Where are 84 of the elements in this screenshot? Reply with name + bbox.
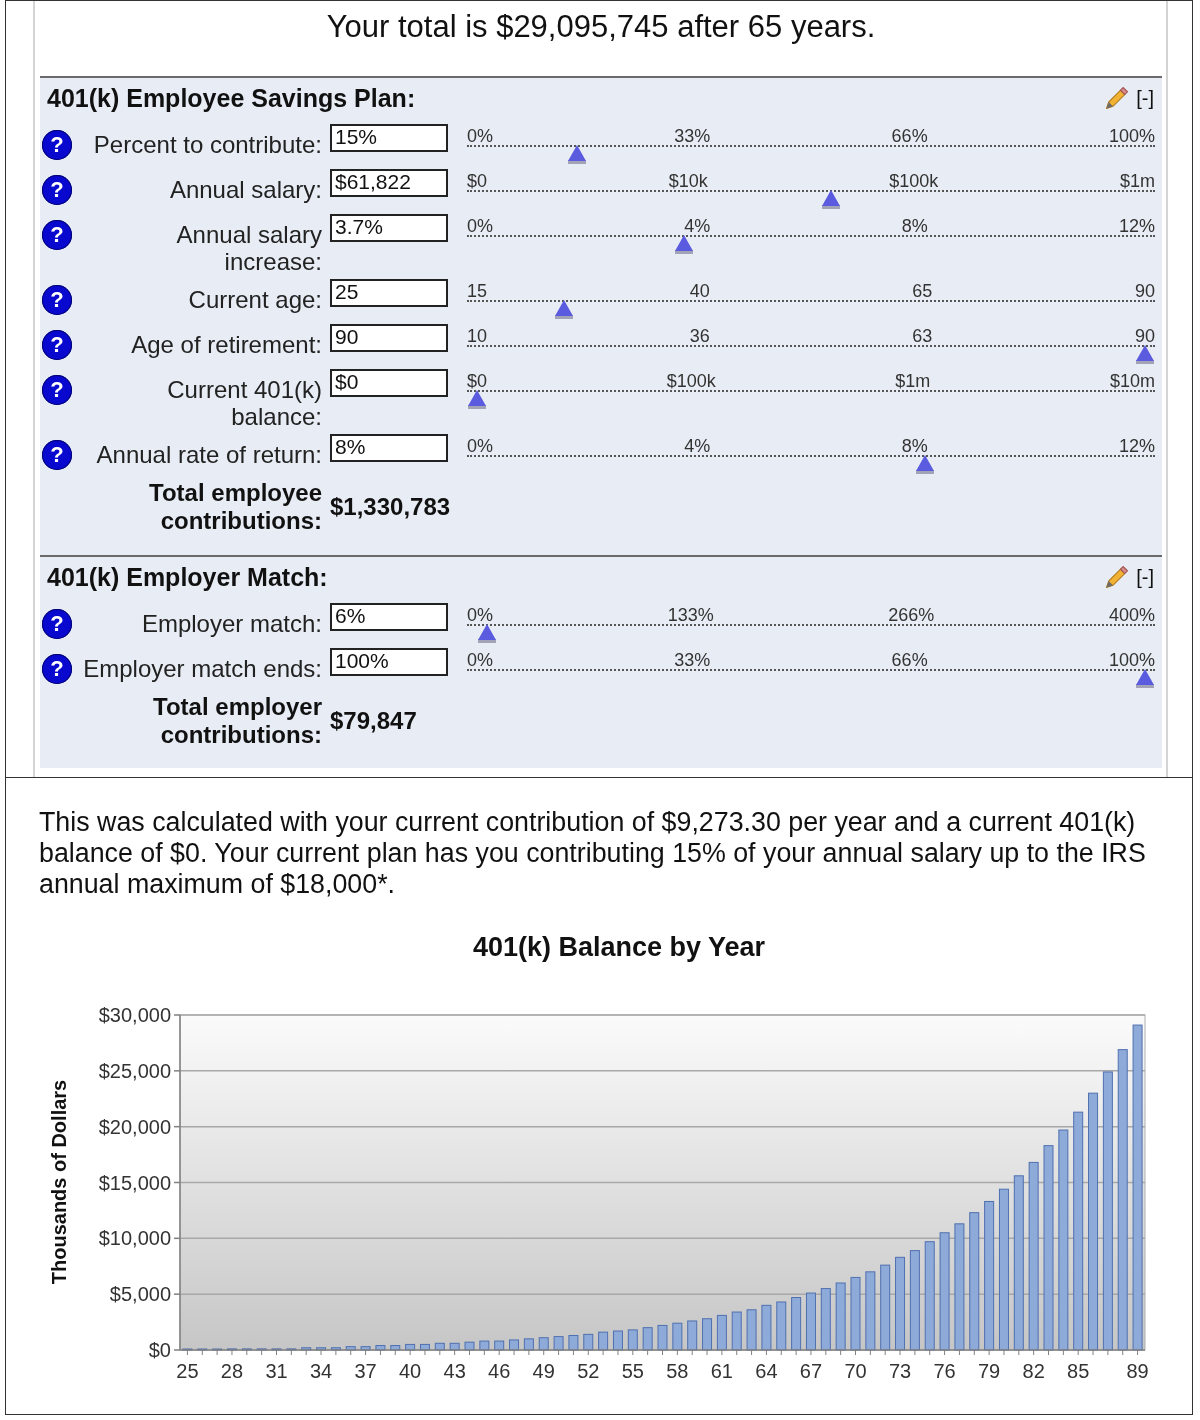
x-tick-label: 89: [1126, 1360, 1149, 1382]
slider-tick-label: 90: [1134, 282, 1155, 300]
slider-tick-label: 4%: [684, 217, 711, 235]
slider-tick-label: 36: [689, 327, 710, 345]
total-value: $79,847: [330, 707, 417, 735]
explanation-text: This was calculated with your current contribution of $9,273.30 per year and a current 401(k) balance of $0. Your current plan has you contributing 15% of your annual salary up to the IRS annual maximum of $18,000*.: [39, 807, 1147, 900]
chart-title: 401(k) Balance by Year: [471, 931, 767, 963]
y-tick-label: $30,000: [98, 1004, 171, 1026]
slider-tick-label: 4%: [684, 437, 711, 455]
x-tick-label: 49: [532, 1360, 555, 1382]
y-tick-label: $5,000: [109, 1283, 171, 1306]
slider-tick-label: 12%: [1118, 437, 1155, 455]
x-tick-label: 37: [354, 1360, 377, 1382]
field-label: Annual salary:: [168, 175, 322, 203]
field-label: Employer match:: [140, 609, 322, 637]
x-tick-label: 31: [265, 1360, 288, 1382]
x-tick-label: 82: [1022, 1360, 1045, 1382]
y-tick-label: $15,000: [98, 1171, 171, 1194]
x-tick-label: 58: [666, 1360, 689, 1382]
x-tick-label: 34: [309, 1360, 333, 1382]
x-tick-label: 43: [443, 1360, 466, 1382]
slider-tick-label: $10k: [668, 172, 708, 190]
slider-tick-label: 40: [689, 282, 710, 300]
x-tick-label: 67: [799, 1360, 823, 1382]
x-tick-label: 64: [755, 1360, 778, 1382]
slider-tick-label: $0: [467, 372, 488, 390]
section-title: 401(k) Employee Savings Plan:: [47, 83, 416, 113]
slider-tick-label: 400%: [1108, 606, 1155, 624]
slider-tick-label: 100%: [1108, 651, 1155, 669]
y-tick-label: $0: [148, 1339, 171, 1361]
y-tick-label: $20,000: [98, 1115, 171, 1138]
slider-tick-label: $10m: [1109, 372, 1155, 390]
slider-tick-label: 0%: [467, 217, 493, 235]
slider-tick-label: 133%: [667, 606, 714, 624]
slider-tick-label: 10: [467, 327, 488, 345]
x-tick-label: 79: [978, 1360, 1001, 1382]
slider-tick-label: 8%: [901, 217, 928, 235]
slider-tick-label: 66%: [891, 127, 928, 145]
total-label: Total employer contributions:: [152, 693, 322, 749]
slider-tick-label: 66%: [891, 651, 928, 669]
field-label: Employer match ends:: [82, 654, 322, 682]
slider-tick-label: 65: [912, 282, 933, 300]
slider-tick-label: 100%: [1108, 127, 1155, 145]
x-tick-label: 76: [933, 1360, 956, 1382]
slider-tick-label: $100k: [889, 172, 939, 190]
y-tick-label: $25,000: [98, 1059, 171, 1082]
x-tick-label: 85: [1067, 1360, 1090, 1382]
slider-tick-label: 12%: [1118, 217, 1155, 235]
field-label: Annual rate of return:: [95, 440, 322, 468]
slider-tick-label: $1m: [1119, 172, 1155, 190]
slider-tick-label: $100k: [666, 372, 716, 390]
x-tick-label: 40: [399, 1360, 422, 1382]
slider-tick-label: $1m: [895, 372, 931, 390]
slider-tick-label: 63: [912, 327, 933, 345]
field-label: Annual salary increase:: [175, 220, 322, 275]
slider-tick-label: $0: [467, 172, 488, 190]
x-tick-label: 52: [577, 1360, 600, 1382]
slider-tick-label: 0%: [467, 651, 493, 669]
x-tick-label: 55: [621, 1360, 644, 1382]
x-tick-label: 46: [488, 1360, 511, 1382]
x-tick-label: 70: [844, 1360, 867, 1382]
total-value: $1,330,783: [330, 493, 451, 521]
slider-tick-label: 0%: [467, 127, 493, 145]
x-tick-label: 25: [176, 1360, 199, 1382]
field-label: Percent to contribute:: [92, 130, 322, 158]
x-tick-label: 73: [888, 1360, 912, 1382]
x-tick-label: 28: [220, 1360, 244, 1382]
slider-tick-label: 33%: [674, 127, 711, 145]
slider-tick-label: 266%: [888, 606, 935, 624]
slider-tick-label: 33%: [674, 651, 711, 669]
x-tick-label: 61: [710, 1360, 733, 1382]
section-title: 401(k) Employer Match:: [47, 562, 328, 592]
slider-tick-label: 90: [1134, 327, 1155, 345]
total-label: Total employee contributions:: [148, 479, 322, 535]
field-label: Current 401(k) balance:: [166, 375, 322, 430]
summary-text: Your total is $29,095,745 after 65 years.: [325, 8, 877, 46]
slider-tick-label: 8%: [901, 437, 928, 455]
field-label: Current age:: [187, 285, 322, 313]
y-axis-title: Thousands of Dollars: [48, 1079, 70, 1285]
field-label: Age of retirement:: [130, 330, 322, 358]
y-tick-label: $10,000: [98, 1227, 171, 1250]
slider-tick-label: 0%: [467, 606, 493, 624]
slider-tick-label: 0%: [467, 437, 493, 455]
slider-tick-label: 15: [467, 282, 488, 300]
